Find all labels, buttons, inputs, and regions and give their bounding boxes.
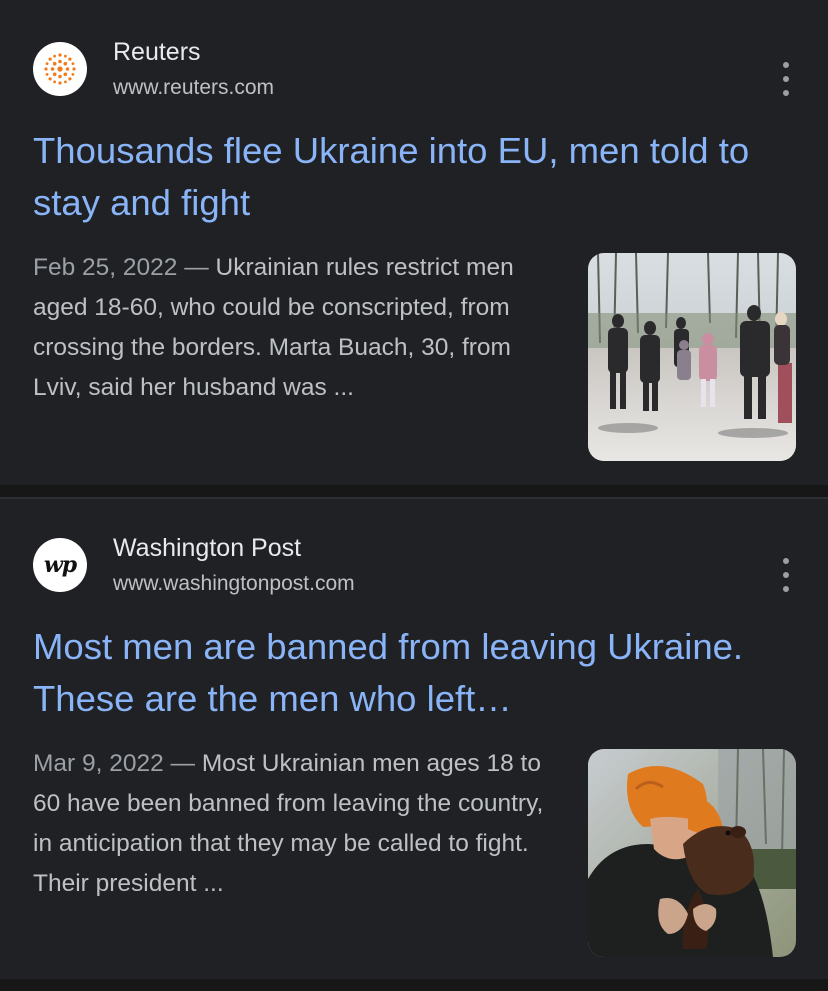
source-name[interactable]: Washington Post (113, 534, 301, 563)
source-url[interactable]: www.reuters.com (113, 76, 274, 100)
source-name[interactable]: Reuters (113, 38, 201, 67)
people-walking-border-crossing-image[interactable] (588, 253, 796, 461)
search-result-card: Reuters www.reuters.com Thousands flee U… (0, 0, 828, 485)
result-title-link[interactable]: Most men are banned from leaving Ukraine… (33, 621, 793, 725)
result-snippet: Mar 9, 2022 — Most Ukrainian men ages 18… (33, 744, 553, 904)
result-title-link[interactable]: Thousands flee Ukraine into EU, men told… (33, 125, 793, 229)
washington-post-logo-text: wp (43, 552, 77, 578)
man-holding-dog-image[interactable] (588, 749, 796, 957)
result-date: Mar 9, 2022 (33, 750, 164, 777)
date-separator: — (177, 254, 216, 281)
date-separator: — (163, 750, 202, 777)
search-result-card: wp Washington Post www.washingtonpost.co… (0, 497, 828, 979)
result-snippet: Feb 25, 2022 — Ukrainian rules restrict … (33, 248, 553, 408)
more-options-icon[interactable] (772, 558, 800, 592)
source-url[interactable]: www.washingtonpost.com (113, 572, 355, 596)
reuters-logo-icon[interactable] (33, 42, 87, 96)
washington-post-logo-icon[interactable]: wp (33, 538, 87, 592)
card-divider (0, 497, 828, 499)
result-date: Feb 25, 2022 (33, 254, 178, 281)
more-options-icon[interactable] (772, 62, 800, 96)
